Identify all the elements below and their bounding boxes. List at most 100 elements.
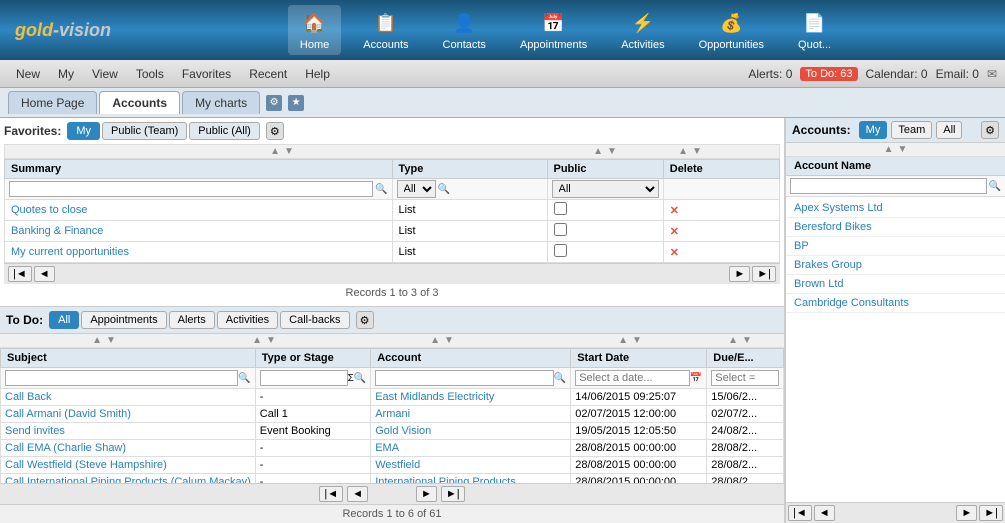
menu-my[interactable]: My [50,64,82,84]
favorites-gear-icon[interactable]: ⚙ [266,122,284,140]
nav-contacts[interactable]: 👤 Contacts [431,5,498,55]
fav-summary-search[interactable] [9,181,373,197]
menu-recent[interactable]: Recent [241,64,295,84]
nav-home[interactable]: 🏠 Home [288,5,341,55]
fav-type-filter[interactable]: All [397,180,436,198]
nav-activities[interactable]: ⚡ Activities [609,5,676,55]
fav-row-1-delete[interactable]: ✕ [670,205,679,217]
todo-type-search-icon[interactable]: 🔍 [354,373,366,384]
acc-next-btn[interactable]: ► [956,505,977,521]
todo-next-btn[interactable]: ► [416,486,437,502]
tab-home-page[interactable]: Home Page [8,91,97,114]
email-link[interactable]: Email: 0 [936,67,979,81]
fav-row-3-delete[interactable]: ✕ [670,247,679,259]
todo-gear-icon[interactable]: ⚙ [356,311,374,329]
nav-accounts[interactable]: 📋 Accounts [351,5,420,55]
todo-row-3-account[interactable]: Gold Vision [375,425,431,437]
todo-prev-btn[interactable]: ◄ [347,486,368,502]
menu-tools[interactable]: Tools [128,64,172,84]
fav-col-up-arrow[interactable]: ▲ [270,146,280,157]
fav-type-down-arrow[interactable]: ▼ [607,146,617,157]
accounts-gear-icon[interactable]: ⚙ [981,121,999,139]
todo-subject-filter[interactable] [5,370,238,386]
fav-row-3-summary[interactable]: My current opportunities [11,246,129,258]
nav-opportunities[interactable]: 💰 Opportunities [687,5,776,55]
tab-settings-icon[interactable]: ⚙ [266,95,282,111]
todo-row-3-subject[interactable]: Send invites [5,425,65,437]
fav-next-btn[interactable]: ► [729,266,750,282]
todo-account-filter[interactable] [375,370,554,386]
acc-search-input[interactable] [790,178,987,194]
tab-my-charts[interactable]: My charts [182,91,260,114]
todo-due-down[interactable]: ▼ [742,335,752,346]
todo-row-6-subject[interactable]: Call International Piping Products (Calu… [5,476,251,483]
todo-row-2-subject[interactable]: Call Armani (David Smith) [5,408,131,420]
acc-tab-all[interactable]: All [936,121,962,139]
menu-view[interactable]: View [84,64,126,84]
menu-favorites[interactable]: Favorites [174,64,239,84]
nav-quot[interactable]: 📄 Quot... [786,5,843,55]
todo-account-search-icon[interactable]: 🔍 [554,373,566,384]
menu-new[interactable]: New [8,64,48,84]
todo-row-5-subject[interactable]: Call Westfield (Steve Hampshire) [5,459,167,471]
todo-row-6-account[interactable]: International Piping Products [375,476,516,483]
todo-row-2-account[interactable]: Armani [375,408,410,420]
fav-col-down-arrow[interactable]: ▼ [284,146,294,157]
todo-date-calendar-icon[interactable]: 📅 [690,373,702,384]
acc-item-5[interactable]: Brown Ltd [786,275,1005,294]
fav-public-down-arrow[interactable]: ▼ [692,146,702,157]
todo-due-filter[interactable] [711,370,779,386]
acc-last-btn[interactable]: ►| [979,505,1003,521]
todo-row-5-account[interactable]: Westfield [375,459,420,471]
fav-row-1-summary[interactable]: Quotes to close [11,204,87,216]
fav-public-filter[interactable]: All [552,180,659,198]
fav-prev-btn[interactable]: ◄ [34,266,55,282]
todo-date-up[interactable]: ▲ [618,335,628,346]
todo-due-up[interactable]: ▲ [728,335,738,346]
fav-tab-public-team[interactable]: Public (Team) [102,122,187,140]
todo-row-4-subject[interactable]: Call EMA (Charlie Shaw) [5,442,126,454]
calendar-link[interactable]: Calendar: 0 [866,67,928,81]
fav-type-up-arrow[interactable]: ▲ [593,146,603,157]
fav-last-btn[interactable]: ►| [752,266,776,282]
fav-type-search-icon[interactable]: 🔍 [438,184,450,195]
todo-type-down[interactable]: ▼ [266,335,276,346]
todo-row-4-account[interactable]: EMA [375,442,399,454]
todo-tab-appointments[interactable]: Appointments [81,311,166,329]
acc-tab-team[interactable]: Team [891,121,932,139]
alerts-link[interactable]: Alerts: 0 [748,67,792,81]
todo-tab-activities[interactable]: Activities [217,311,278,329]
todo-date-filter[interactable] [575,370,690,386]
acc-first-btn[interactable]: |◄ [788,505,812,521]
fav-row-2-delete[interactable]: ✕ [670,226,679,238]
todo-type-filter[interactable] [260,370,348,386]
fav-row-1-public[interactable] [554,202,567,215]
todo-badge[interactable]: To Do: 63 [800,67,857,81]
menu-help[interactable]: Help [297,64,338,84]
fav-row-2-summary[interactable]: Banking & Finance [11,225,103,237]
todo-tab-all[interactable]: All [49,311,79,329]
todo-first-btn[interactable]: |◄ [319,486,343,502]
fav-row-3-public[interactable] [554,244,567,257]
todo-tab-alerts[interactable]: Alerts [169,311,215,329]
todo-account-up[interactable]: ▲ [430,335,440,346]
tab-accounts[interactable]: Accounts [99,91,180,114]
acc-tab-my[interactable]: My [859,121,888,139]
todo-subject-up[interactable]: ▲ [92,335,102,346]
acc-item-3[interactable]: BP [786,237,1005,256]
fav-summary-search-icon[interactable]: 🔍 [375,184,387,195]
nav-appointments[interactable]: 📅 Appointments [508,5,599,55]
acc-item-6[interactable]: Cambridge Consultants [786,294,1005,313]
todo-date-down[interactable]: ▼ [632,335,642,346]
todo-subject-search-icon[interactable]: 🔍 [238,373,250,384]
fav-tab-public-all[interactable]: Public (All) [189,122,260,140]
todo-type-up[interactable]: ▲ [252,335,262,346]
todo-last-btn[interactable]: ►| [441,486,465,502]
acc-prev-btn[interactable]: ◄ [814,505,835,521]
todo-account-down[interactable]: ▼ [444,335,454,346]
fav-tab-my[interactable]: My [67,122,100,140]
acc-down-arrow[interactable]: ▼ [898,144,908,155]
acc-search-icon[interactable]: 🔍 [989,181,1001,192]
fav-row-2-public[interactable] [554,223,567,236]
todo-row-1-account[interactable]: East Midlands Electricity [375,391,494,403]
